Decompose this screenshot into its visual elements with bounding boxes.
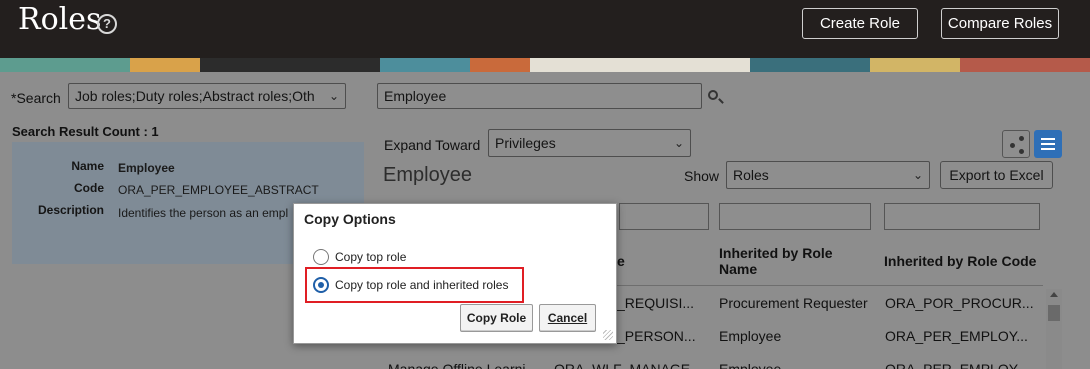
search-input[interactable]: Employee [377, 83, 702, 109]
table-cell: ORA_PER_EMPLOY... [885, 361, 1028, 369]
table-cell: Procurement Requester [719, 295, 868, 311]
resize-grip-icon[interactable] [603, 330, 613, 340]
role-heading: Employee [383, 164, 472, 186]
create-role-button[interactable]: Create Role [802, 8, 918, 39]
expand-toward-label: Expand Toward [384, 137, 481, 153]
filter-input[interactable] [719, 203, 871, 230]
table-cell: ORA_POR_PROCUR... [885, 295, 1034, 311]
table-cell: Employee [719, 328, 782, 344]
code-label: Code [74, 181, 104, 195]
table-cell: ORA_WLF_MANAGE... [554, 361, 702, 369]
expand-toward-select[interactable]: Privileges ⌄ [488, 129, 691, 157]
column-header-inherited-name[interactable]: Inherited by Role Name [719, 245, 869, 277]
help-icon[interactable]: ? [97, 14, 117, 34]
table-cell: _REQUISI... [617, 295, 695, 311]
result-count: Search Result Count : 1 [12, 124, 159, 139]
chevron-down-icon: ⌄ [322, 84, 339, 108]
chevron-down-icon: ⌄ [912, 168, 923, 182]
show-label: Show [684, 168, 720, 184]
column-header-inherited-code[interactable]: Inherited by Role Code [884, 253, 1036, 269]
scroll-up-icon[interactable] [1050, 292, 1058, 297]
copy-inherited-roles-label[interactable]: Copy top role and inherited roles [335, 278, 508, 292]
description-label: Description [37, 203, 104, 217]
vertical-scrollbar[interactable] [1046, 289, 1062, 369]
dialog-title: Copy Options [304, 211, 396, 227]
export-to-excel-button[interactable]: Export to Excel [940, 161, 1053, 189]
search-label: *Search [11, 90, 61, 106]
scroll-thumb[interactable] [1048, 305, 1060, 321]
page-header: Roles ? Create Role Compare Roles [0, 0, 1090, 58]
description-value: Identifies the person as an empl [118, 206, 289, 220]
role-type-select[interactable]: Job roles;Duty roles;Abstract roles;Oth … [68, 83, 346, 109]
list-view-icon[interactable] [1034, 130, 1062, 158]
code-value: ORA_PER_EMPLOYEE_ABSTRACT [118, 183, 319, 197]
table-cell: _PERSON... [617, 328, 696, 344]
show-select[interactable]: Roles ⌄ [726, 161, 930, 189]
table-cell: Employee [719, 361, 782, 369]
filter-input[interactable] [884, 203, 1040, 230]
page-title: Roles [18, 2, 102, 37]
copy-inherited-roles-radio[interactable] [313, 277, 329, 293]
name-value: Employee [118, 161, 175, 175]
role-type-value: Job roles;Duty roles;Abstract roles;Oth [75, 88, 315, 104]
search-icon[interactable] [708, 90, 724, 104]
compare-roles-button[interactable]: Compare Roles [941, 8, 1059, 39]
table-cell: Manage Offline Learni... [388, 361, 538, 369]
copy-options-dialog: Copy Options Copy top role Copy top role… [293, 203, 617, 344]
decorative-banner [0, 58, 1090, 72]
column-header[interactable]: e [617, 253, 625, 269]
copy-role-button[interactable]: Copy Role [460, 304, 533, 332]
name-label: Name [71, 159, 104, 173]
graph-view-icon[interactable] [1002, 130, 1030, 158]
table-cell: ORA_PER_EMPLOY... [885, 328, 1028, 344]
copy-top-role-radio[interactable] [313, 249, 329, 265]
cancel-button[interactable]: Cancel [539, 304, 596, 332]
copy-top-role-label[interactable]: Copy top role [335, 250, 406, 264]
filter-input[interactable] [619, 203, 709, 230]
chevron-down-icon: ⌄ [673, 136, 684, 150]
